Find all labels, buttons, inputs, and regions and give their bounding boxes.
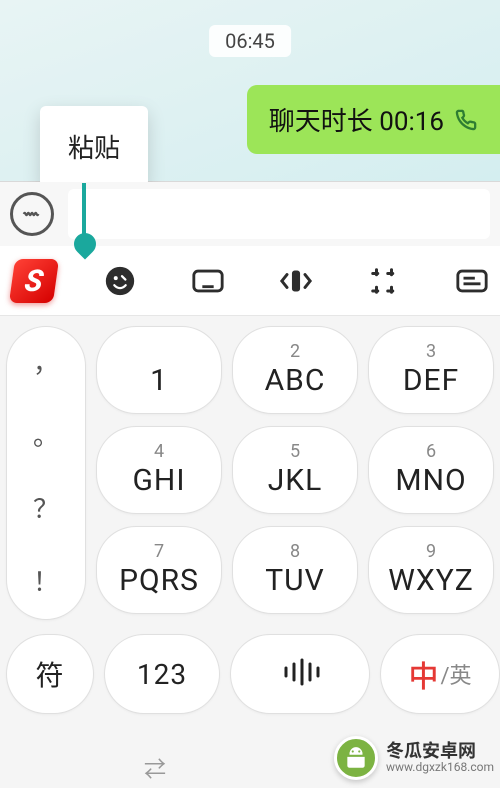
key-5-jkl[interactable]: 5JKL	[232, 426, 358, 514]
chat-timestamp: 06:45	[209, 25, 291, 57]
key-language-toggle[interactable]: 中 /英	[380, 634, 500, 714]
sogou-logo[interactable]: S	[9, 259, 59, 303]
key-numbers[interactable]: 123	[104, 634, 220, 714]
logo-letter: S	[22, 263, 45, 298]
keyboard-layout-icon[interactable]	[188, 261, 228, 301]
punct-period: 。	[33, 424, 59, 450]
lang-en-label: /英	[440, 658, 471, 690]
key-8-tuv[interactable]: 8TUV	[232, 526, 358, 614]
key-2-abc[interactable]: 2ABC	[232, 326, 358, 414]
key-6-mno[interactable]: 6MNO	[368, 426, 494, 514]
key-voice[interactable]	[230, 634, 370, 714]
grid-tools-icon[interactable]	[364, 261, 404, 301]
outgoing-message-bubble[interactable]: 聊天时长 00:16	[247, 85, 500, 154]
keyboard-toolbar: S	[0, 246, 500, 316]
punct-comma: ，	[33, 351, 59, 377]
punct-question: ？	[33, 497, 59, 523]
key-7-pqrs[interactable]: 7PQRS	[96, 526, 222, 614]
expand-arrow-icon: ⇄	[144, 752, 166, 784]
emoji-icon[interactable]	[100, 261, 140, 301]
key-1[interactable]: 11	[96, 326, 222, 414]
paste-label: 粘贴	[68, 134, 120, 164]
lang-zh-label: 中	[408, 652, 438, 696]
voice-bars-icon	[278, 657, 322, 691]
clipboard-icon[interactable]	[452, 261, 492, 301]
paste-tooltip[interactable]: 粘贴	[40, 106, 148, 187]
punct-exclaim: ！	[33, 570, 59, 596]
message-input[interactable]	[68, 189, 490, 239]
key-3-def[interactable]: 3DEF	[368, 326, 494, 414]
cursor-move-icon[interactable]	[276, 261, 316, 301]
call-duration-text: 聊天时长 00:16	[269, 101, 444, 138]
input-row	[0, 182, 500, 246]
voice-input-toggle[interactable]	[10, 192, 54, 236]
key-symbols[interactable]: 符	[6, 634, 94, 714]
key-4-ghi[interactable]: 4GHI	[96, 426, 222, 514]
keyboard: ， 。 ？ ！ 11 2ABC 3DEF 4GHI 5JKL 6MNO 7PQ	[0, 316, 500, 788]
key-9-wxyz[interactable]: 9WXYZ	[368, 526, 494, 614]
punctuation-column-key[interactable]: ， 。 ？ ！	[6, 326, 86, 620]
chat-area: 06:45 聊天时长 00:16 粘贴	[0, 0, 500, 182]
phone-icon	[454, 108, 478, 132]
